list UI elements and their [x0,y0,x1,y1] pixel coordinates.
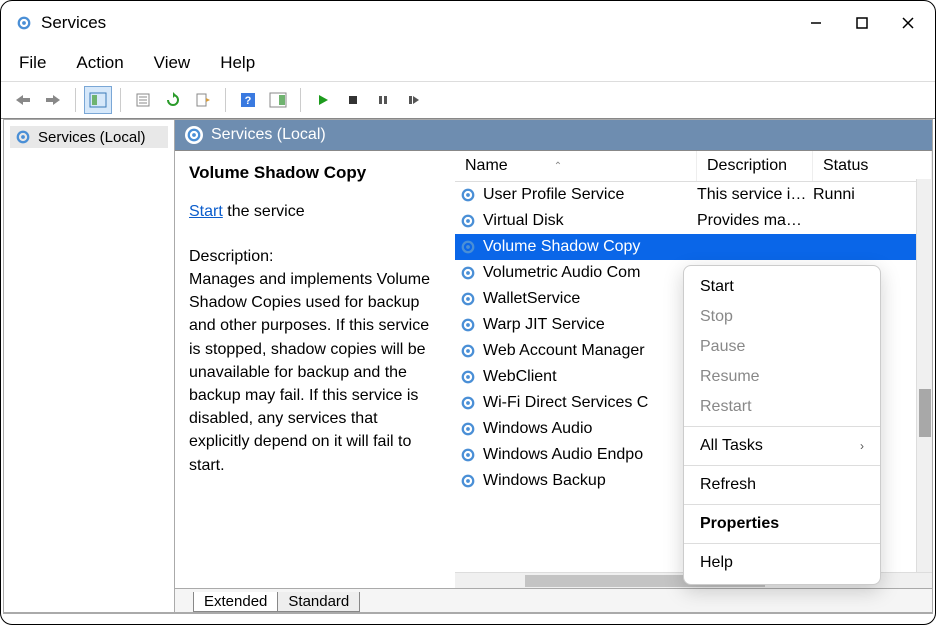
service-row[interactable]: User Profile Service This service i…Runni [455,182,932,208]
gear-icon [185,126,203,144]
ctx-start[interactable]: Start [684,272,880,302]
gear-icon [459,420,477,438]
gear-icon [459,238,477,256]
column-status[interactable]: Status [813,151,932,181]
pane-title: Services (Local) [211,126,326,144]
ctx-separator [684,504,880,505]
action-suffix: the service [223,203,305,220]
ctx-separator [684,426,880,427]
tree-root-label: Services (Local) [38,129,146,146]
service-name: Wi-Fi Direct Services C [483,394,648,412]
toolbar-divider [75,88,76,112]
service-name: Warp JIT Service [483,316,605,334]
svg-text:?: ? [245,95,252,107]
gear-icon [459,290,477,308]
column-headers: Name⌃ Description Status [455,151,932,182]
maximize-button[interactable] [839,1,885,45]
show-hide-tree-button[interactable] [84,86,112,114]
column-description[interactable]: Description [697,151,813,181]
gear-icon [459,368,477,386]
stop-service-button[interactable] [339,86,367,114]
back-button[interactable] [9,86,37,114]
service-name: Windows Audio [483,420,592,438]
gear-icon [459,316,477,334]
gear-icon [459,186,477,204]
start-service-button[interactable] [309,86,337,114]
gear-icon [459,212,477,230]
service-name: Web Account Manager [483,342,645,360]
tab-extended[interactable]: Extended [193,592,278,612]
action-pane-button[interactable] [264,86,292,114]
service-row[interactable]: Volume Shadow Copy [455,234,932,260]
app-icon [15,14,33,32]
service-name: Virtual Disk [483,212,564,230]
column-name[interactable]: Name⌃ [455,151,697,181]
pause-service-button[interactable] [369,86,397,114]
menu-help[interactable]: Help [216,51,259,75]
pane-header: Services (Local) [175,120,932,151]
ctx-help[interactable]: Help [684,548,880,578]
chevron-right-icon: › [860,439,864,453]
gear-icon [459,394,477,412]
gear-icon [459,342,477,360]
toolbar-divider [225,88,226,112]
gear-icon [459,472,477,490]
description-text: Manages and implements Volume Shadow Cop… [189,268,441,477]
service-description: This service i… [697,186,813,204]
service-name: Volume Shadow Copy [483,238,640,256]
context-menu: Start Stop Pause Resume Restart All Task… [683,265,881,585]
tab-strip: Extended Standard [175,588,932,612]
ctx-stop: Stop [684,302,880,332]
service-status: Runni [813,186,932,204]
ctx-pause: Pause [684,332,880,362]
tree-pane: Services (Local) [3,119,175,613]
tree-services-local[interactable]: Services (Local) [10,126,168,148]
vertical-scrollbar[interactable] [916,179,932,572]
services-window: Services File Action View Help ? [0,0,936,625]
export-button[interactable] [189,86,217,114]
ctx-all-tasks[interactable]: All Tasks› [684,431,880,461]
forward-button[interactable] [39,86,67,114]
menubar: File Action View Help [1,45,935,81]
ctx-properties[interactable]: Properties [684,509,880,539]
close-button[interactable] [885,1,931,45]
help-button[interactable]: ? [234,86,262,114]
statusbar-spacer [1,614,935,624]
menu-action[interactable]: Action [72,51,127,75]
service-name: WebClient [483,368,557,386]
refresh-button[interactable] [159,86,187,114]
toolbar-divider [300,88,301,112]
gear-icon [14,128,32,146]
gear-icon [459,264,477,282]
service-name: Volumetric Audio Com [483,264,640,282]
ctx-separator [684,543,880,544]
description-label: Description: [189,245,441,268]
service-name: Windows Audio Endpo [483,446,643,464]
toolbar-divider [120,88,121,112]
scrollbar-thumb[interactable] [919,389,931,437]
ctx-resume: Resume [684,362,880,392]
ctx-separator [684,465,880,466]
selected-service-name: Volume Shadow Copy [189,161,441,186]
minimize-button[interactable] [793,1,839,45]
start-service-link[interactable]: Start [189,203,223,220]
restart-service-button[interactable] [399,86,427,114]
detail-pane: Volume Shadow Copy Start the service Des… [175,151,455,588]
app-title: Services [41,13,106,33]
service-name: Windows Backup [483,472,606,490]
service-description: Provides ma… [697,212,813,230]
sort-indicator-icon: ⌃ [554,161,562,172]
service-name: WalletService [483,290,580,308]
ctx-refresh[interactable]: Refresh [684,470,880,500]
menu-view[interactable]: View [150,51,195,75]
titlebar: Services [1,1,935,45]
ctx-restart: Restart [684,392,880,422]
menu-file[interactable]: File [15,51,50,75]
tab-standard[interactable]: Standard [277,592,360,612]
properties-button[interactable] [129,86,157,114]
service-row[interactable]: Virtual Disk Provides ma… [455,208,932,234]
service-name: User Profile Service [483,186,624,204]
gear-icon [459,446,477,464]
toolbar: ? [1,81,935,119]
